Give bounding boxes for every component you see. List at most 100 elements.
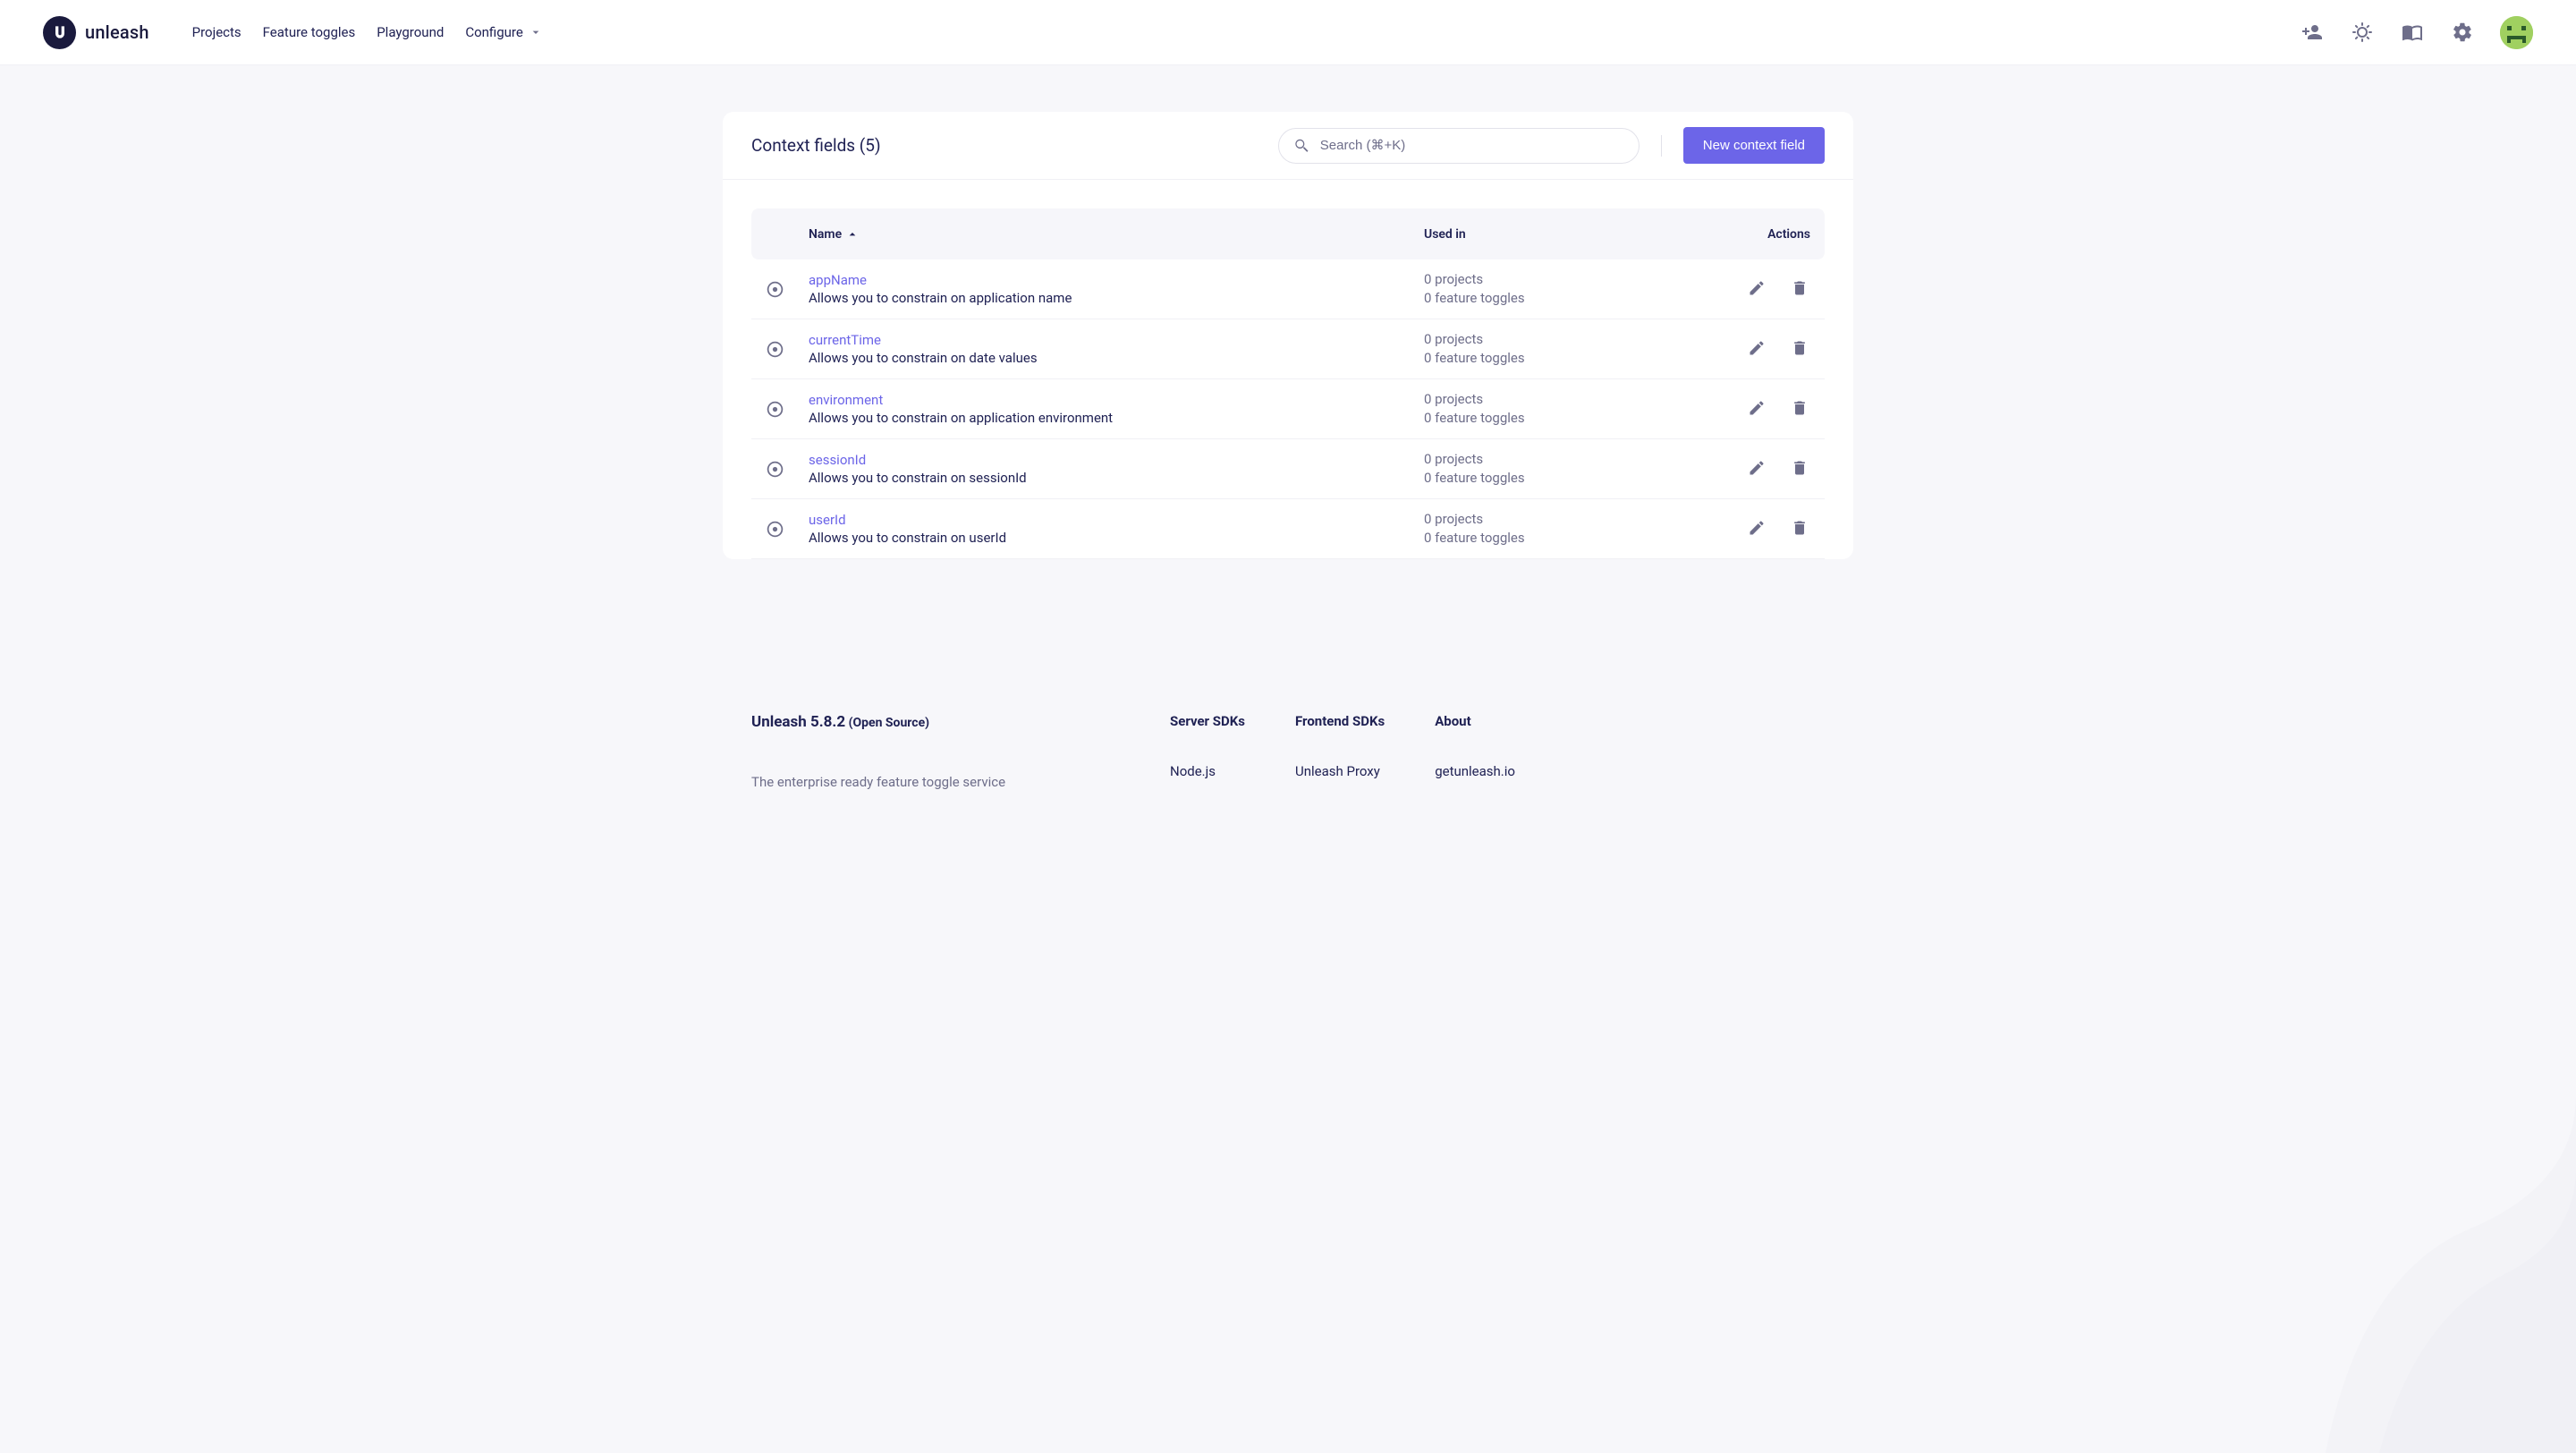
- table-row: currentTime Allows you to constrain on d…: [751, 319, 1825, 379]
- row-used-in-cell: 0 projects 0 feature toggles: [1424, 510, 1692, 548]
- divider: [1661, 135, 1662, 157]
- pencil-icon: [1748, 279, 1766, 297]
- logo[interactable]: unleash: [43, 16, 149, 49]
- row-name-cell: sessionId Allows you to constrain on ses…: [809, 452, 1424, 486]
- used-projects: 0 projects: [1424, 390, 1692, 409]
- footer-col-frontend-sdks: Frontend SDKs Unleash Proxy: [1295, 713, 1385, 790]
- footer-link-getunleash[interactable]: getunleash.io: [1435, 763, 1515, 779]
- footer-col-title: About: [1435, 713, 1515, 729]
- delete-button[interactable]: [1789, 458, 1810, 480]
- used-toggles: 0 feature toggles: [1424, 469, 1692, 488]
- search-input[interactable]: [1278, 128, 1640, 164]
- footer-columns: Server SDKs Node.js Frontend SDKs Unleas…: [1170, 713, 1515, 790]
- row-status-icon: [766, 340, 809, 359]
- delete-button[interactable]: [1789, 278, 1810, 300]
- delete-button[interactable]: [1789, 398, 1810, 420]
- pencil-icon: [1748, 459, 1766, 477]
- docs-button[interactable]: [2400, 20, 2425, 45]
- settings-button[interactable]: [2450, 20, 2475, 45]
- edit-button[interactable]: [1746, 398, 1767, 420]
- context-fields-table: Name Used in Actions appName Allows you …: [723, 180, 1853, 559]
- topbar-actions: [2300, 16, 2533, 49]
- theme-toggle-button[interactable]: [2350, 20, 2375, 45]
- page-title: Context fields (5): [751, 135, 881, 156]
- context-field-link[interactable]: environment: [809, 392, 1424, 408]
- chevron-down-icon: [529, 25, 543, 39]
- row-actions: [1692, 518, 1810, 540]
- invite-user-button[interactable]: [2300, 20, 2325, 45]
- trash-icon: [1791, 459, 1809, 477]
- row-name-cell: appName Allows you to constrain on appli…: [809, 272, 1424, 306]
- background-decoration: [2290, 1095, 2576, 1453]
- footer-product-info: Unleash 5.8.2 (Open Source) The enterpri…: [751, 713, 1170, 790]
- edit-button[interactable]: [1746, 518, 1767, 540]
- arrow-up-icon: [845, 227, 860, 242]
- nav-configure[interactable]: Configure: [465, 17, 543, 47]
- context-field-description: Allows you to constrain on date values: [809, 350, 1424, 366]
- edit-button[interactable]: [1746, 458, 1767, 480]
- footer: Unleash 5.8.2 (Open Source) The enterpri…: [723, 659, 1853, 790]
- nav-configure-label: Configure: [465, 24, 523, 40]
- column-used-in: Used in: [1424, 227, 1692, 242]
- sun-icon: [2351, 21, 2373, 43]
- used-projects: 0 projects: [1424, 270, 1692, 289]
- context-field-link[interactable]: currentTime: [809, 332, 1424, 348]
- context-field-link[interactable]: userId: [809, 512, 1424, 528]
- user-avatar[interactable]: [2500, 16, 2533, 49]
- footer-edition: (Open Source): [849, 716, 929, 730]
- row-used-in-cell: 0 projects 0 feature toggles: [1424, 390, 1692, 428]
- context-field-link[interactable]: appName: [809, 272, 1424, 288]
- pencil-icon: [1748, 519, 1766, 537]
- row-status-icon: [766, 280, 809, 299]
- trash-icon: [1791, 279, 1809, 297]
- used-projects: 0 projects: [1424, 510, 1692, 529]
- row-actions: [1692, 278, 1810, 300]
- row-status-icon: [766, 400, 809, 419]
- context-field-description: Allows you to constrain on sessionId: [809, 470, 1424, 486]
- table-row: sessionId Allows you to constrain on ses…: [751, 439, 1825, 499]
- nav-feature-toggles[interactable]: Feature toggles: [263, 17, 356, 47]
- nav-playground[interactable]: Playground: [377, 17, 444, 47]
- used-toggles: 0 feature toggles: [1424, 289, 1692, 308]
- context-field-description: Allows you to constrain on application e…: [809, 410, 1424, 426]
- row-actions: [1692, 338, 1810, 360]
- edit-button[interactable]: [1746, 338, 1767, 360]
- gear-icon: [2452, 21, 2473, 43]
- page-content: Context fields (5) New context field Nam…: [723, 112, 1853, 613]
- search-wrap: [1278, 128, 1640, 164]
- person-add-icon: [2301, 21, 2323, 43]
- used-toggles: 0 feature toggles: [1424, 349, 1692, 368]
- delete-button[interactable]: [1789, 518, 1810, 540]
- book-icon: [2402, 21, 2423, 43]
- logo-text: unleash: [85, 21, 149, 43]
- context-field-description: Allows you to constrain on application n…: [809, 290, 1424, 306]
- new-context-field-button[interactable]: New context field: [1683, 127, 1825, 164]
- column-actions: Actions: [1692, 227, 1810, 242]
- footer-link-unleash-proxy[interactable]: Unleash Proxy: [1295, 763, 1385, 779]
- used-toggles: 0 feature toggles: [1424, 409, 1692, 428]
- edit-button[interactable]: [1746, 278, 1767, 300]
- delete-button[interactable]: [1789, 338, 1810, 360]
- used-projects: 0 projects: [1424, 330, 1692, 349]
- row-name-cell: userId Allows you to constrain on userId: [809, 512, 1424, 546]
- row-actions: [1692, 398, 1810, 420]
- radio-icon: [766, 280, 784, 299]
- main-nav: Projects Feature toggles Playground Conf…: [192, 17, 543, 47]
- trash-icon: [1791, 339, 1809, 357]
- footer-col-server-sdks: Server SDKs Node.js: [1170, 713, 1245, 790]
- footer-col-title: Frontend SDKs: [1295, 713, 1385, 729]
- footer-tagline: The enterprise ready feature toggle serv…: [751, 774, 1170, 790]
- nav-projects[interactable]: Projects: [192, 17, 242, 47]
- context-field-description: Allows you to constrain on userId: [809, 530, 1424, 546]
- radio-icon: [766, 400, 784, 419]
- trash-icon: [1791, 399, 1809, 417]
- column-name-sort[interactable]: Name: [809, 227, 1424, 242]
- radio-icon: [766, 340, 784, 359]
- row-name-cell: environment Allows you to constrain on a…: [809, 392, 1424, 426]
- unleash-logo-icon: [51, 23, 69, 41]
- table-header: Name Used in Actions: [751, 208, 1825, 259]
- context-field-link[interactable]: sessionId: [809, 452, 1424, 468]
- footer-link-nodejs[interactable]: Node.js: [1170, 763, 1245, 779]
- search-icon: [1292, 137, 1310, 155]
- row-used-in-cell: 0 projects 0 feature toggles: [1424, 270, 1692, 308]
